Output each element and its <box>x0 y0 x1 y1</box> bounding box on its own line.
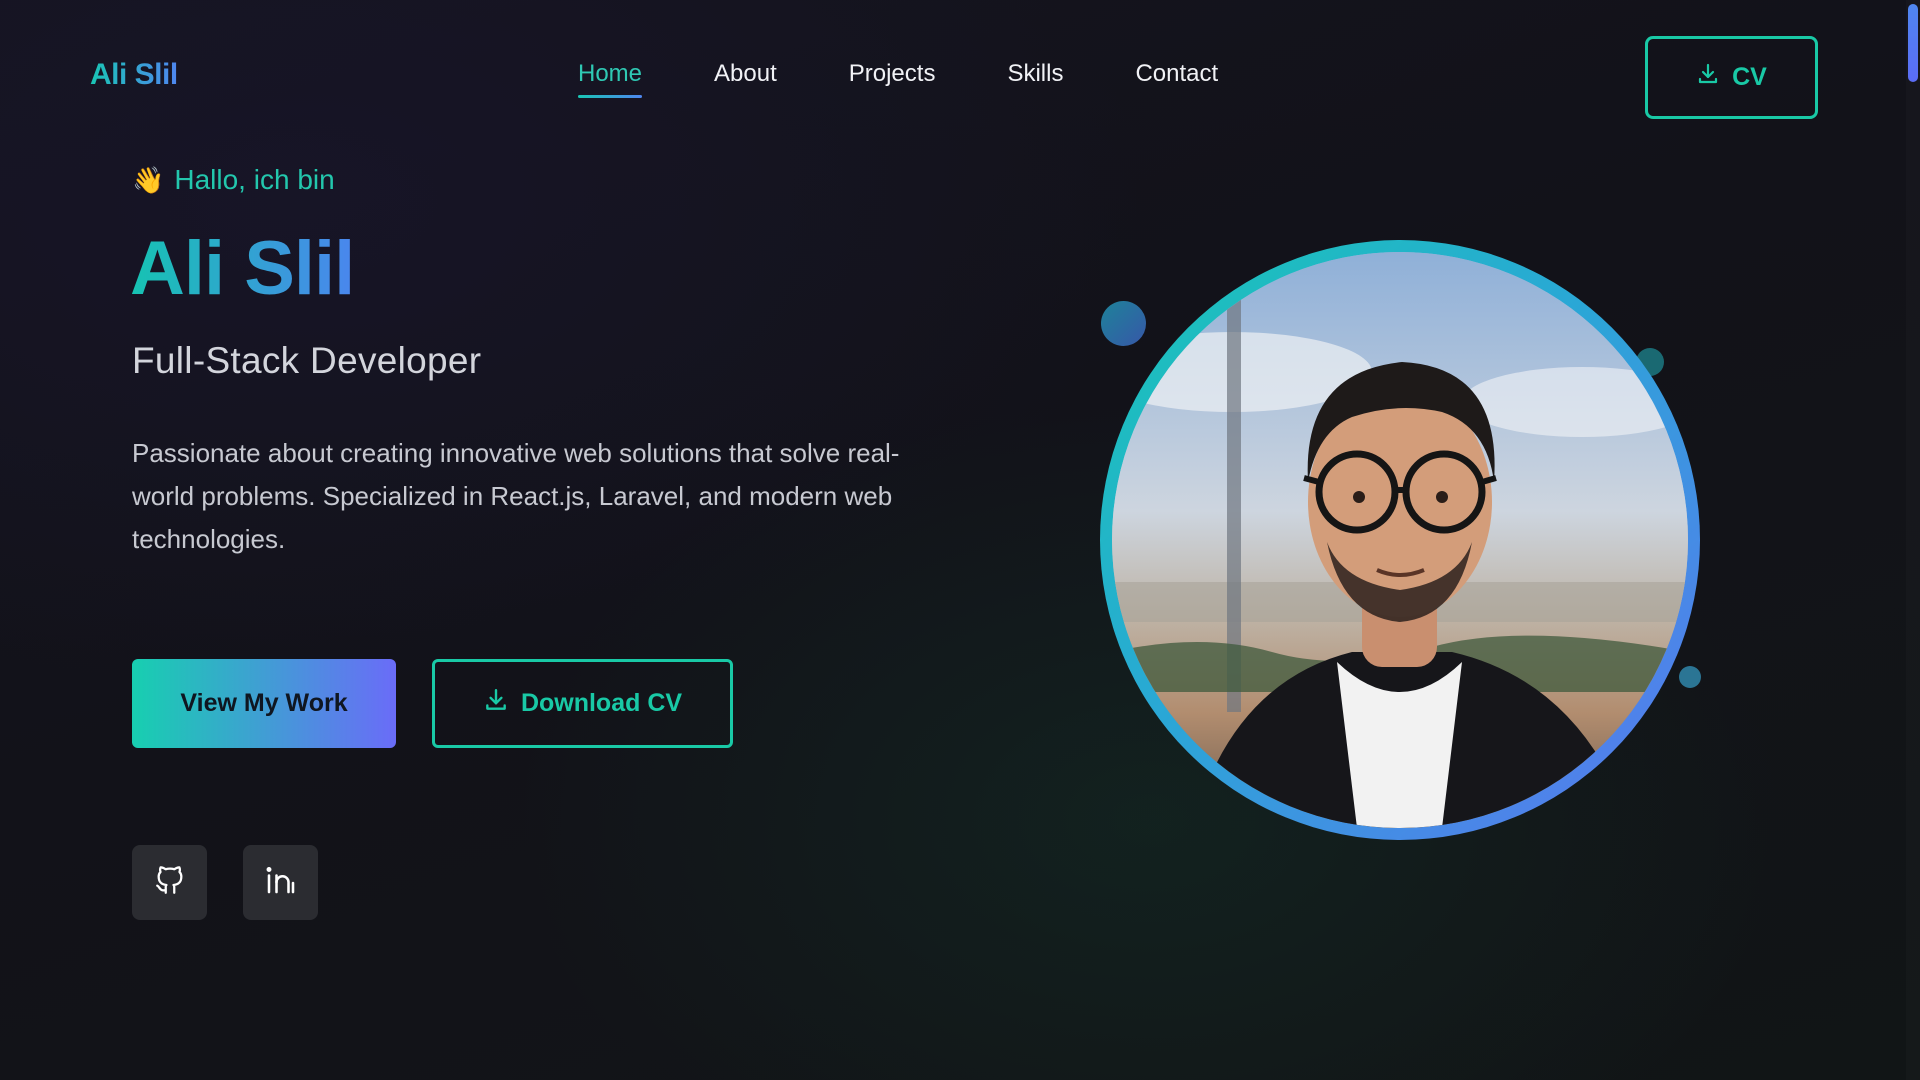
hero-name: Ali Slil <box>130 226 355 311</box>
waving-hand-icon: 👋 <box>132 164 165 195</box>
nav-skills[interactable]: Skills <box>1007 60 1063 94</box>
main-nav: Home About Projects Skills Contact <box>578 60 1218 98</box>
hero-greeting: 👋 Hallo, ich bin <box>132 164 335 196</box>
github-link[interactable] <box>132 845 207 920</box>
portrait-illustration <box>1112 252 1688 828</box>
cv-button-label: CV <box>1732 63 1767 91</box>
download-icon <box>483 687 509 720</box>
profile-photo-frame <box>1100 240 1700 840</box>
nav-about[interactable]: About <box>714 60 777 94</box>
download-cv-button[interactable]: Download CV <box>432 659 733 748</box>
linkedin-link[interactable] <box>243 845 318 920</box>
hero-role: Full-Stack Developer <box>132 340 482 381</box>
view-work-button[interactable]: View My Work <box>132 659 396 748</box>
hero-description: Passionate about creating innovative web… <box>132 438 900 554</box>
cv-download-button[interactable]: CV <box>1645 36 1818 119</box>
linkedin-icon <box>263 862 299 903</box>
github-icon <box>153 863 187 902</box>
site-logo[interactable]: Ali Slil <box>90 58 178 92</box>
decor-dot <box>1679 666 1701 688</box>
scroll-thumb[interactable] <box>1908 4 1918 82</box>
nav-home[interactable]: Home <box>578 60 643 98</box>
download-icon <box>1696 62 1720 93</box>
decor-dot <box>1101 301 1146 346</box>
greeting-text: Hallo, ich bin <box>174 164 335 195</box>
page-scrollbar[interactable] <box>1906 0 1920 1080</box>
nav-projects[interactable]: Projects <box>849 60 936 94</box>
download-cv-label: Download CV <box>520 689 683 717</box>
nav-contact[interactable]: Contact <box>1135 60 1218 94</box>
profile-photo <box>1112 252 1688 828</box>
